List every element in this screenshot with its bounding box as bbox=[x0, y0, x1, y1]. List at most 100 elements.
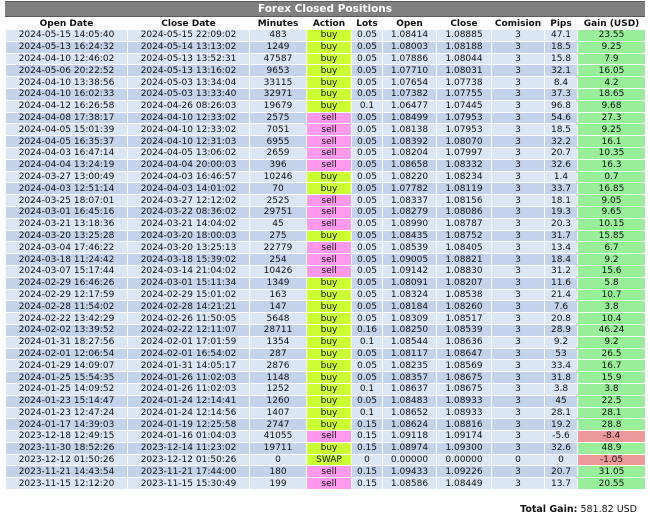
cell-minutes: 9653 bbox=[250, 65, 306, 77]
cell-pips: 3.8 bbox=[545, 383, 577, 395]
cell-open-date: 2024-04-04 13:24:19 bbox=[6, 159, 127, 171]
col-close[interactable]: Close bbox=[437, 18, 491, 29]
cell-pips: 7.6 bbox=[545, 301, 577, 313]
cell-open-price: 1.08357 bbox=[383, 372, 436, 383]
cell-gain: 3.8 bbox=[578, 301, 645, 313]
cell-gain: 16.05 bbox=[578, 65, 645, 77]
cell-open-date: 2024-03-25 18:07:01 bbox=[6, 195, 127, 206]
cell-pips: 13.4 bbox=[545, 242, 577, 254]
cell-minutes: 19711 bbox=[250, 442, 306, 454]
col-gain[interactable]: Gain (USD) bbox=[578, 18, 645, 29]
col-open-date[interactable]: Open Date bbox=[6, 18, 127, 29]
cell-comision: 3 bbox=[492, 195, 544, 206]
cell-lots: 0.05 bbox=[352, 289, 382, 301]
cell-comision: 3 bbox=[492, 360, 544, 372]
cell-lots: 0.05 bbox=[352, 254, 382, 265]
cell-open-date: 2024-04-08 17:38:17 bbox=[6, 112, 127, 124]
cell-gain: 0.7 bbox=[578, 171, 645, 183]
cell-pips: 9.2 bbox=[545, 336, 577, 348]
table-row: 2024-03-25 18:07:01 2024-03-27 12:12:02 25… bbox=[6, 195, 645, 206]
cell-gain: 4.2 bbox=[578, 77, 645, 88]
cell-open-price: 1.08250 bbox=[383, 324, 436, 336]
cell-pips: 15.8 bbox=[545, 53, 577, 65]
cell-comision: 3 bbox=[492, 419, 544, 431]
col-lots[interactable]: Lots bbox=[352, 18, 382, 29]
table-row: 2024-02-01 12:06:54 2024-02-01 16:54:02 28… bbox=[6, 348, 645, 360]
table-row: 2023-12-18 12:49:15 2024-01-16 01:04:03 41… bbox=[6, 431, 645, 442]
cell-minutes: 5648 bbox=[250, 313, 306, 324]
cell-action: sell bbox=[307, 206, 351, 218]
cell-close-price: 1.08830 bbox=[437, 265, 491, 277]
cell-open-date: 2024-05-15 14:05:40 bbox=[6, 30, 127, 41]
cell-minutes: 33115 bbox=[250, 77, 306, 88]
cell-lots: 0.05 bbox=[352, 195, 382, 206]
cell-gain: 10.35 bbox=[578, 147, 645, 159]
cell-minutes: 0 bbox=[250, 454, 306, 466]
cell-open-date: 2023-11-30 18:52:26 bbox=[6, 442, 127, 454]
table-row: 2024-04-10 13:38:56 2024-05-03 13:34:04 33… bbox=[6, 77, 645, 88]
cell-minutes: 147 bbox=[250, 301, 306, 313]
cell-minutes: 275 bbox=[250, 230, 306, 242]
cell-pips: 18.1 bbox=[545, 195, 577, 206]
table-row: 2024-04-05 16:35:37 2024-04-10 12:31:03 69… bbox=[6, 136, 645, 147]
col-open[interactable]: Open bbox=[383, 18, 436, 29]
col-comision[interactable]: Comision bbox=[492, 18, 544, 29]
col-action[interactable]: Action bbox=[307, 18, 351, 29]
cell-close-date: 2024-04-10 12:33:02 bbox=[128, 112, 249, 124]
cell-lots: 0.05 bbox=[352, 112, 382, 124]
table-row: 2024-04-12 16:26:58 2024-04-26 08:26:03 19… bbox=[6, 100, 645, 112]
table-row: 2024-03-18 11:24:42 2024-03-18 15:39:02 25… bbox=[6, 254, 645, 265]
cell-pips: 18.4 bbox=[545, 254, 577, 265]
cell-close-price: 1.08647 bbox=[437, 348, 491, 360]
cell-minutes: 254 bbox=[250, 254, 306, 265]
cell-close-date: 2024-02-26 11:50:05 bbox=[128, 313, 249, 324]
cell-open-price: 1.08624 bbox=[383, 419, 436, 431]
cell-close-price: 1.08070 bbox=[437, 136, 491, 147]
cell-lots: 0.05 bbox=[352, 348, 382, 360]
table-row: 2024-04-03 16:47:14 2024-04-05 13:06:02 26… bbox=[6, 147, 645, 159]
cell-close-price: 1.08752 bbox=[437, 230, 491, 242]
cell-lots: 0.15 bbox=[352, 442, 382, 454]
cell-open-date: 2023-11-21 14:43:54 bbox=[6, 466, 127, 478]
table-row: 2024-05-13 16:24:32 2024-05-14 13:13:02 12… bbox=[6, 41, 645, 53]
table-row: 2024-04-05 15:01:39 2024-04-10 12:33:02 70… bbox=[6, 124, 645, 136]
cell-pips: 33.7 bbox=[545, 183, 577, 195]
cell-lots: 0.05 bbox=[352, 171, 382, 183]
cell-open-date: 2024-04-05 16:35:37 bbox=[6, 136, 127, 147]
cell-close-price: 1.08933 bbox=[437, 395, 491, 407]
cell-minutes: 199 bbox=[250, 478, 306, 490]
cell-close-date: 2024-04-26 08:26:03 bbox=[128, 100, 249, 112]
col-pips[interactable]: Pips bbox=[545, 18, 577, 29]
cell-close-price: 1.08933 bbox=[437, 407, 491, 419]
cell-close-price: 1.08086 bbox=[437, 206, 491, 218]
cell-gain: 16.1 bbox=[578, 136, 645, 147]
cell-close-date: 2024-03-01 15:11:34 bbox=[128, 277, 249, 289]
cell-minutes: 41055 bbox=[250, 431, 306, 442]
cell-open-price: 1.08435 bbox=[383, 230, 436, 242]
cell-close-date: 2024-03-20 18:00:03 bbox=[128, 230, 249, 242]
cell-lots: 0.05 bbox=[352, 147, 382, 159]
table-row: 2023-12-12 01:50:26 2023-12-12 01:50:26 0 S… bbox=[6, 454, 645, 466]
cell-comision: 3 bbox=[492, 41, 544, 53]
cell-close-date: 2024-02-29 15:01:02 bbox=[128, 289, 249, 301]
table-row: 2024-04-08 17:38:17 2024-04-10 12:33:02 25… bbox=[6, 112, 645, 124]
cell-pips: 8.4 bbox=[545, 77, 577, 88]
cell-close-date: 2024-04-04 20:00:03 bbox=[128, 159, 249, 171]
cell-lots: 0.05 bbox=[352, 88, 382, 100]
cell-minutes: 28711 bbox=[250, 324, 306, 336]
cell-close-date: 2024-03-22 08:36:02 bbox=[128, 206, 249, 218]
cell-open-price: 1.08003 bbox=[383, 41, 436, 53]
cell-open-date: 2024-04-03 12:51:14 bbox=[6, 183, 127, 195]
cell-gain: 28.8 bbox=[578, 419, 645, 431]
col-close-date[interactable]: Close Date bbox=[128, 18, 249, 29]
col-minutes[interactable]: Minutes bbox=[250, 18, 306, 29]
cell-minutes: 180 bbox=[250, 466, 306, 478]
cell-pips: 20.8 bbox=[545, 313, 577, 324]
table-row: 2024-02-22 13:42:29 2024-02-26 11:50:05 56… bbox=[6, 313, 645, 324]
cell-action: sell bbox=[307, 147, 351, 159]
cell-close-date: 2024-01-16 01:04:03 bbox=[128, 431, 249, 442]
table-row: 2023-11-15 12:12:20 2023-11-15 15:30:49 19… bbox=[6, 478, 645, 490]
cell-minutes: 163 bbox=[250, 289, 306, 301]
cell-lots: 0 bbox=[352, 454, 382, 466]
cell-open-price: 1.08658 bbox=[383, 159, 436, 171]
